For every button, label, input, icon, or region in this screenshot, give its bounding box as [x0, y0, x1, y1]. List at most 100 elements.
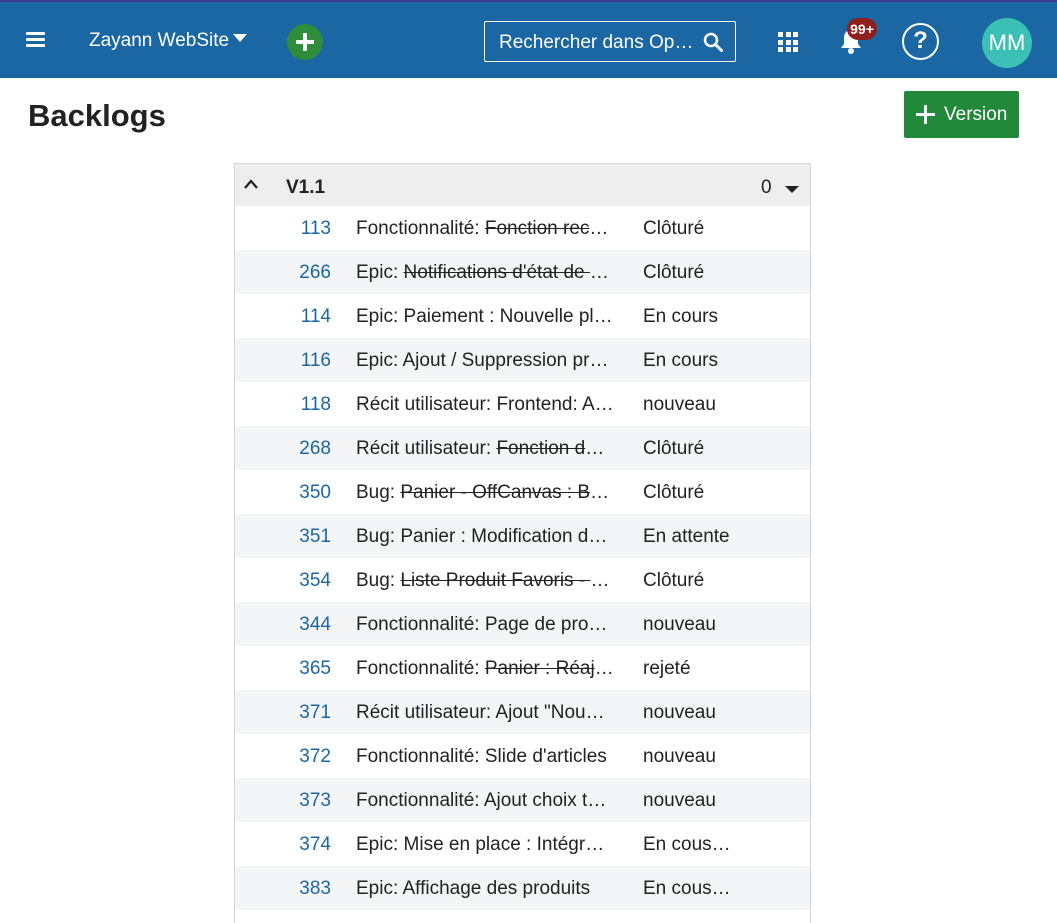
work-package-status[interactable]: Clôturé: [643, 218, 731, 240]
work-package-subject[interactable]: Epic: Mise en place : Intégration: [356, 834, 614, 856]
work-package-id-link[interactable]: 266: [235, 262, 331, 284]
work-package-id-link[interactable]: 118: [235, 394, 331, 416]
backlog-row[interactable]: 365 Fonctionnalité: Panier : Réajustement…: [235, 646, 810, 690]
backlog-row[interactable]: 118 Récit utilisateur: Frontend: Affichag…: [235, 382, 810, 426]
work-package-id-link[interactable]: 373: [235, 790, 331, 812]
work-package-id-link[interactable]: 383: [235, 878, 331, 900]
work-package-status[interactable]: rejeté: [643, 658, 731, 680]
work-package-status[interactable]: nouveau: [643, 614, 731, 636]
work-package-subject[interactable]: Epic: Affichage des produits: [356, 878, 614, 900]
work-package-id-link[interactable]: 344: [235, 614, 331, 636]
work-package-subject[interactable]: Bug: Panier - OffCanvas : Bouton: [356, 482, 614, 504]
work-package-id-link[interactable]: 268: [235, 438, 331, 460]
plus-icon: [916, 105, 935, 124]
work-package-subject[interactable]: Récit utilisateur: Fonction de tri: [356, 438, 614, 460]
work-package-type: Fonctionnalité:: [356, 658, 480, 679]
work-package-title: Panier : Modification de quantité: [400, 526, 614, 547]
backlog-row[interactable]: 113 Fonctionnalité: Fonction recherche Clô…: [235, 206, 810, 250]
work-package-title: Ajout choix taille: [483, 790, 614, 811]
notification-count-badge[interactable]: 99+: [847, 18, 877, 40]
work-package-type: Bug:: [356, 482, 396, 503]
work-package-status[interactable]: En cous de test: [643, 834, 731, 856]
work-package-subject[interactable]: Récit utilisateur: Frontend: Affichage: [356, 394, 614, 416]
backlog-row[interactable]: 383 Epic: Affichage des produits En cous d…: [235, 866, 810, 910]
work-package-status[interactable]: Clôturé: [643, 438, 731, 460]
work-package-status[interactable]: En cous de test: [643, 878, 731, 900]
work-package-status[interactable]: nouveau: [643, 394, 731, 416]
help-button[interactable]: ?: [902, 23, 939, 60]
work-package-status[interactable]: nouveau: [643, 746, 731, 768]
work-package-id-link[interactable]: 354: [235, 570, 331, 592]
top-navigation-bar: Zayann WebSite Rechercher dans OpenProje…: [0, 0, 1057, 78]
add-version-label: Version: [944, 104, 1008, 125]
work-package-type: Epic:: [356, 262, 399, 283]
work-package-status[interactable]: En cours: [643, 306, 731, 328]
user-avatar[interactable]: MM: [982, 18, 1032, 68]
add-version-button[interactable]: Version: [904, 91, 1019, 138]
chevron-up-icon[interactable]: [244, 179, 258, 189]
backlog-row[interactable]: 116 Epic: Ajout / Suppression produits En …: [235, 338, 810, 382]
work-package-type: Fonctionnalité:: [356, 790, 480, 811]
work-package-type: Fonctionnalité:: [356, 218, 480, 239]
backlog-row[interactable]: 350 Bug: Panier - OffCanvas : Bouton Clôtu…: [235, 470, 810, 514]
work-package-subject[interactable]: Fonctionnalité: Fonction recherche: [356, 218, 614, 240]
backlog-row[interactable]: 344 Fonctionnalité: Page de produit nouvea…: [235, 602, 810, 646]
work-package-subject[interactable]: Epic: Paiement : Nouvelle plateforme: [356, 306, 614, 328]
version-name[interactable]: V1.1: [286, 177, 325, 199]
work-package-id-link[interactable]: 365: [235, 658, 331, 680]
work-package-type: Récit utilisateur:: [356, 394, 492, 415]
backlog-row[interactable]: 374 Epic: Mise en place : Intégration En c…: [235, 822, 810, 866]
work-package-subject[interactable]: Epic: Notifications d'état de commande: [356, 262, 614, 284]
work-package-subject[interactable]: Epic: Ajout / Suppression produits: [356, 350, 614, 372]
work-package-title: Fonction de tri: [496, 438, 614, 459]
menu-icon[interactable]: [26, 32, 46, 48]
work-package-title: Paiement : Nouvelle plateforme: [403, 306, 614, 327]
work-package-title: Ajout "Nouveautés": [495, 702, 614, 723]
search-icon[interactable]: [703, 32, 723, 52]
work-package-status[interactable]: Clôturé: [643, 570, 731, 592]
add-plus-button[interactable]: [287, 24, 323, 60]
work-package-status[interactable]: nouveau: [643, 702, 731, 724]
work-package-status[interactable]: En attente: [643, 526, 731, 548]
work-package-title: Page de produit: [484, 614, 614, 635]
work-package-status[interactable]: En cours: [643, 350, 731, 372]
work-package-subject[interactable]: Fonctionnalité: Panier : Réajustement: [356, 658, 614, 680]
backlog-row[interactable]: 372 Fonctionnalité: Slide d'articles nouve…: [235, 734, 810, 778]
project-selector[interactable]: Zayann WebSite: [89, 30, 248, 52]
work-package-subject[interactable]: Fonctionnalité: Slide d'articles: [356, 746, 614, 768]
work-package-status[interactable]: nouveau: [643, 790, 731, 812]
work-package-id-link[interactable]: 351: [235, 526, 331, 548]
backlog-row[interactable]: 268 Récit utilisateur: Fonction de tri Clô…: [235, 426, 810, 470]
backlog-row[interactable]: 114Epic: Paiement : Nouvelle plateformeE…: [235, 294, 810, 338]
backlog-row[interactable]: 373 Fonctionnalité: Ajout choix taille nou…: [235, 778, 810, 822]
backlog-row[interactable]: 354 Bug: Liste Produit Favoris - Suppress…: [235, 558, 810, 602]
work-package-title: Affichage des produits: [402, 878, 591, 899]
work-package-type: Récit utilisateur:: [356, 702, 492, 723]
work-package-subject[interactable]: Récit utilisateur: Ajout "Nouveautés": [356, 702, 614, 724]
work-package-type: Epic:: [356, 306, 399, 327]
backlog-row[interactable]: 351 Bug: Panier : Modification de quantit…: [235, 514, 810, 558]
work-package-id-link[interactable]: 371: [235, 702, 331, 724]
search-input[interactable]: Rechercher dans OpenProject: [484, 21, 736, 62]
story-points-total: 0: [761, 177, 772, 198]
work-package-subject[interactable]: Bug: Panier : Modification de quantité: [356, 526, 614, 548]
backlog-menu-caret-icon[interactable]: [785, 186, 799, 193]
modules-grid-icon[interactable]: [778, 32, 798, 52]
work-package-subject[interactable]: Fonctionnalité: Page de produit: [356, 614, 614, 636]
backlog-panel: V1.1 0 113 Fonctionnalité: Fonction reche…: [234, 163, 811, 923]
work-package-title: Slide d'articles: [484, 746, 607, 767]
backlog-row[interactable]: 371 Récit utilisateur: Ajout "Nouveautés"…: [235, 690, 810, 734]
work-package-subject[interactable]: Fonctionnalité: Ajout choix taille: [356, 790, 614, 812]
work-package-title: Panier - OffCanvas : Bouton: [400, 482, 614, 503]
work-package-status[interactable]: Clôturé: [643, 482, 731, 504]
work-package-id-link[interactable]: 372: [235, 746, 331, 768]
work-package-subject[interactable]: Bug: Liste Produit Favoris - Suppression: [356, 570, 614, 592]
work-package-id-link[interactable]: 114: [235, 306, 331, 328]
work-package-id-link[interactable]: 374: [235, 834, 331, 856]
work-package-id-link[interactable]: 350: [235, 482, 331, 504]
work-package-title: Panier : Réajustement: [484, 658, 614, 679]
work-package-id-link[interactable]: 116: [235, 350, 331, 372]
work-package-id-link[interactable]: 113: [235, 218, 331, 240]
work-package-status[interactable]: Clôturé: [643, 262, 731, 284]
backlog-row[interactable]: 266 Epic: Notifications d'état de command…: [235, 250, 810, 294]
